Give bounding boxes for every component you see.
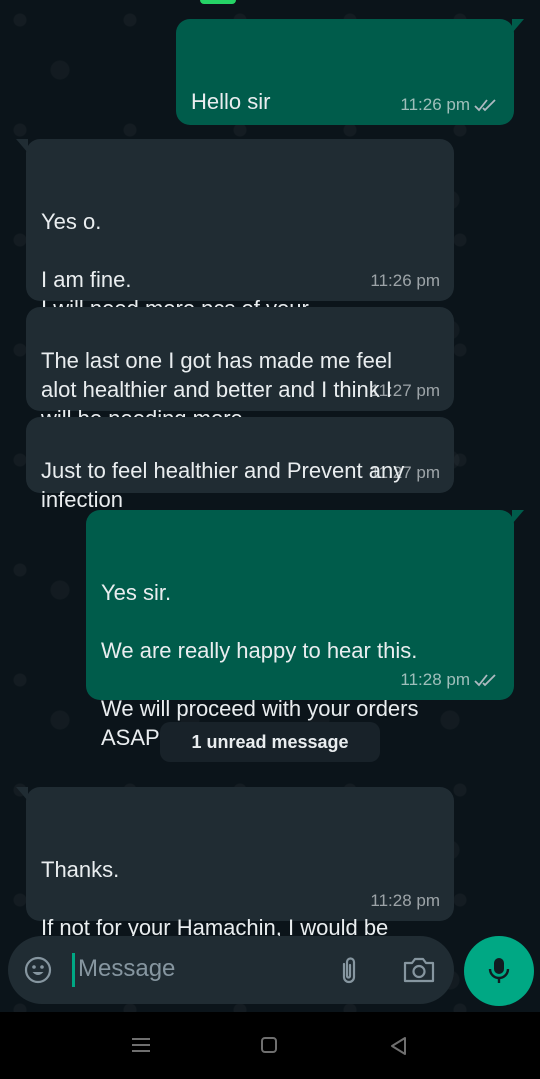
message-bubble-outgoing[interactable]: Hello sir Trust you are well. 11:26 pm: [176, 19, 524, 172]
message-time: 11:27 pm: [370, 381, 440, 400]
unread-messages-banner: 1 unread message: [160, 722, 380, 762]
bubble-tail: [16, 787, 28, 801]
message-composer[interactable]: Message: [8, 936, 454, 1004]
camera-icon[interactable]: [402, 956, 436, 984]
message-time: 11:28 pm: [400, 670, 470, 689]
home-icon[interactable]: [261, 1037, 277, 1053]
message-input[interactable]: Message: [78, 955, 175, 983]
menu-icon[interactable]: [131, 1036, 151, 1054]
message-time: 11:26 pm: [370, 271, 440, 290]
emoji-icon[interactable]: [24, 956, 52, 984]
attach-icon[interactable]: [338, 954, 360, 986]
bubble-tail: [512, 510, 524, 524]
message-time: 11:27 pm: [370, 463, 440, 482]
message-bubble-incoming[interactable]: The last one I got has made me feel alot…: [26, 307, 454, 431]
mic-icon: [488, 958, 510, 983]
message-bubble-outgoing[interactable]: Yes sir. We are really happy to hear thi…: [86, 510, 524, 750]
message-meta: 11:27 pm: [370, 376, 440, 405]
message-bubble-incoming[interactable]: Thanks. If not for your Hamachin, I woul…: [16, 787, 454, 969]
message-bubble-incoming[interactable]: Yes o. I am fine. I will need more pcs o…: [16, 139, 454, 350]
bubble-tail: [512, 19, 524, 33]
voice-message-button[interactable]: [464, 936, 534, 1006]
message-meta: 11:28 pm: [400, 665, 500, 694]
double-check-icon: [474, 673, 496, 686]
double-check-icon: [474, 98, 496, 111]
message-meta: 11:28 pm: [370, 886, 440, 915]
message-meta: 11:27 pm: [370, 458, 440, 487]
text-cursor: [72, 953, 75, 987]
message-time: 11:26 pm: [400, 95, 470, 114]
top-accent-bar: [200, 0, 236, 4]
system-navigation-bar: [0, 1012, 540, 1079]
bubble-tail: [16, 139, 28, 153]
message-meta: 11:26 pm: [370, 266, 440, 295]
back-icon[interactable]: [389, 1036, 407, 1056]
message-time: 11:28 pm: [370, 891, 440, 910]
message-meta: 11:26 pm: [400, 90, 500, 119]
message-bubble-incoming[interactable]: Just to feel healthier and Prevent any i…: [26, 417, 454, 512]
